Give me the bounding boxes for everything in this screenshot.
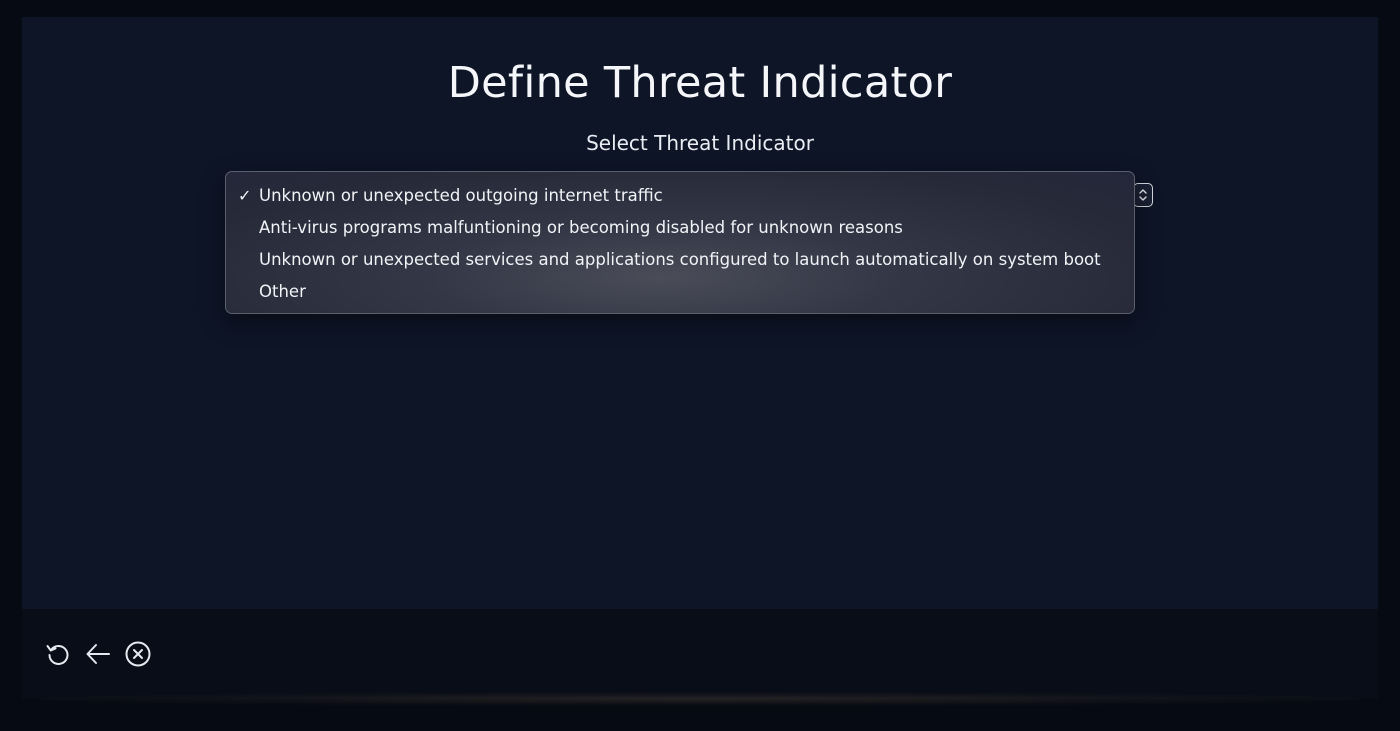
app-window: I D I C Define Threat Indicator Select T…: [0, 0, 1400, 731]
dropdown-option[interactable]: ✓ Unknown or unexpected outgoing interne…: [226, 180, 1134, 212]
dialog-subtitle: Select Threat Indicator: [586, 131, 814, 155]
dropdown-option[interactable]: Unknown or unexpected services and appli…: [226, 244, 1134, 276]
option-label: Unknown or unexpected outgoing internet …: [259, 186, 663, 205]
option-label: Anti-virus programs malfuntioning or bec…: [259, 218, 903, 237]
back-button[interactable]: [83, 640, 113, 668]
close-button[interactable]: [123, 640, 153, 668]
dialog-title: Define Threat Indicator: [447, 58, 953, 108]
option-label: Other: [259, 282, 306, 301]
refresh-button[interactable]: [43, 640, 73, 668]
bottom-toolbar: [22, 609, 1378, 699]
checkmark-icon: ✓: [238, 186, 252, 205]
select-stepper-icon[interactable]: [1133, 183, 1153, 207]
footer-icon-group: [43, 640, 153, 668]
option-label: Unknown or unexpected services and appli…: [259, 250, 1101, 269]
dropdown-option[interactable]: Anti-virus programs malfuntioning or bec…: [226, 212, 1134, 244]
threat-indicator-dropdown[interactable]: ✓ Unknown or unexpected outgoing interne…: [225, 171, 1135, 314]
close-circle-icon: [125, 641, 151, 667]
dropdown-option[interactable]: Other: [226, 276, 1134, 308]
bottom-glow: [40, 692, 1360, 706]
refresh-icon: [46, 645, 69, 665]
back-arrow-icon: [86, 644, 110, 664]
chevron-up-down-icon: [1139, 189, 1147, 201]
